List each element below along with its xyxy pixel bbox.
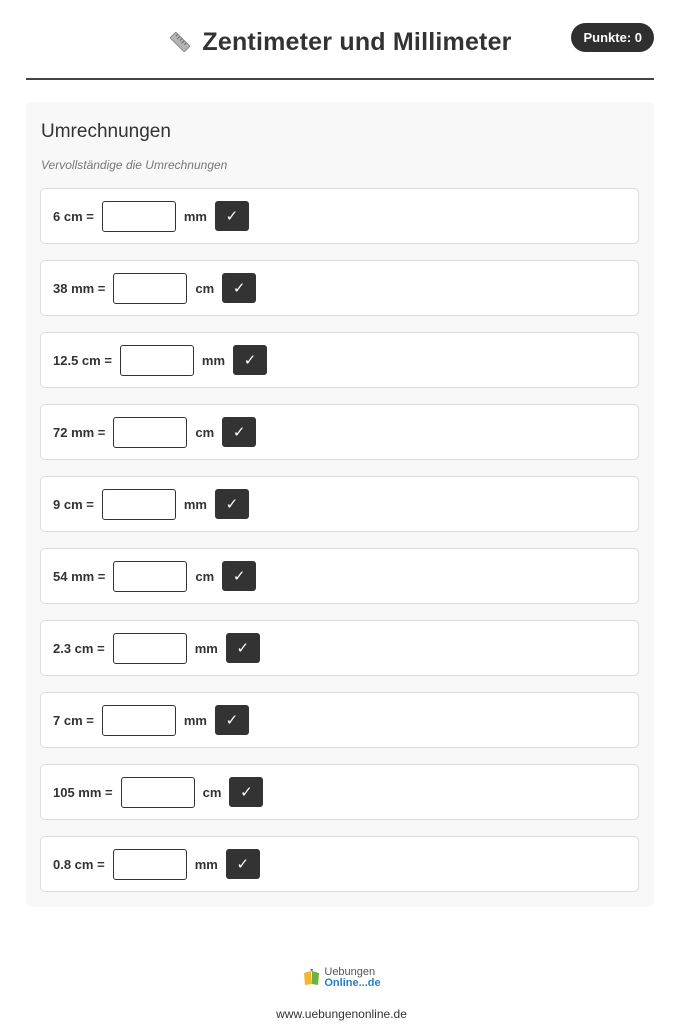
worksheet-page: Zentimeter und Millimeter Punkte: 0 Umre… <box>0 0 683 1024</box>
unit-label: mm <box>183 496 207 512</box>
check-button[interactable]: ✓ <box>214 705 249 735</box>
unit-label: cm <box>195 280 215 296</box>
checkmark-icon: ✓ <box>243 351 257 369</box>
answer-input[interactable] <box>120 776 195 808</box>
unit-label: cm <box>195 424 215 440</box>
task-label: 0.8 cm = <box>53 856 105 872</box>
checkmark-icon: ✓ <box>232 567 246 585</box>
site-logo: Uebungen Online...de <box>302 963 381 993</box>
answer-input[interactable] <box>113 416 188 448</box>
answer-input[interactable] <box>113 272 188 304</box>
instruction-text: Vervollständige die Umrechnungen <box>41 158 228 172</box>
answer-input[interactable] <box>119 344 194 376</box>
answer-input[interactable] <box>112 632 187 664</box>
task-row: 0.8 cm = mm ✓ <box>40 836 639 892</box>
section-title: Umrechnungen <box>41 121 171 142</box>
check-button[interactable]: ✓ <box>233 345 268 375</box>
unit-label: cm <box>195 568 215 584</box>
ruler-icon <box>168 30 192 54</box>
checkmark-icon: ✓ <box>225 495 239 513</box>
score-badge: Punkte: 0 <box>571 23 654 52</box>
check-button[interactable]: ✓ <box>222 273 257 303</box>
unit-label: mm <box>183 208 207 224</box>
task-row: 12.5 cm = mm ✓ <box>40 332 639 388</box>
task-row: 6 cm = mm ✓ <box>40 188 639 244</box>
logo-line-2: Online...de <box>324 977 381 989</box>
task-label: 54 mm = <box>53 568 106 584</box>
checkmark-icon: ✓ <box>236 855 250 873</box>
task-label: 105 mm = <box>53 784 113 800</box>
checkmark-icon: ✓ <box>232 423 246 441</box>
task-label: 2.3 cm = <box>53 640 105 656</box>
task-row: 2.3 cm = mm ✓ <box>40 620 639 676</box>
task-row: 54 mm = cm ✓ <box>40 548 639 604</box>
task-label: 72 mm = <box>53 424 106 440</box>
checkmark-icon: ✓ <box>225 711 239 729</box>
conversion-panel: Umrechnungen Vervollständige die Umrechn… <box>26 102 654 907</box>
task-list: 6 cm = mm ✓ 38 mm = cm ✓ 12.5 cm = mm ✓ … <box>40 188 639 908</box>
task-label: 9 cm = <box>53 496 94 512</box>
footer-url: www.uebungenonline.de <box>276 1007 407 1021</box>
page-title: Zentimeter und Millimeter <box>202 27 512 56</box>
check-button[interactable]: ✓ <box>222 561 257 591</box>
task-row: 9 cm = mm ✓ <box>40 476 639 532</box>
answer-input[interactable] <box>101 200 176 232</box>
unit-label: cm <box>202 784 222 800</box>
task-label: 12.5 cm = <box>53 352 112 368</box>
answer-input[interactable] <box>101 704 176 736</box>
task-row: 105 mm = cm ✓ <box>40 764 639 820</box>
task-label: 7 cm = <box>53 712 94 728</box>
answer-input[interactable] <box>101 488 176 520</box>
answer-input[interactable] <box>112 848 187 880</box>
unit-label: mm <box>194 640 218 656</box>
title-wrap: Zentimeter und Millimeter <box>26 22 654 62</box>
page-header: Zentimeter und Millimeter Punkte: 0 <box>26 0 654 80</box>
check-button[interactable]: ✓ <box>214 489 249 519</box>
checkmark-icon: ✓ <box>232 279 246 297</box>
task-row: 72 mm = cm ✓ <box>40 404 639 460</box>
task-row: 38 mm = cm ✓ <box>40 260 639 316</box>
page-footer: Uebungen Online...de www.uebungenonline.… <box>0 963 683 1022</box>
check-button[interactable]: ✓ <box>214 201 249 231</box>
checkmark-icon: ✓ <box>236 639 250 657</box>
answer-input[interactable] <box>113 560 188 592</box>
book-icon <box>302 968 322 988</box>
checkmark-icon: ✓ <box>225 207 239 225</box>
unit-label: mm <box>183 712 207 728</box>
unit-label: mm <box>201 352 226 368</box>
unit-label: mm <box>194 856 218 872</box>
task-label: 38 mm = <box>53 280 106 296</box>
logo-text: Uebungen Online...de <box>324 967 380 989</box>
check-button[interactable]: ✓ <box>222 417 257 447</box>
task-label: 6 cm = <box>53 208 94 224</box>
task-row: 7 cm = mm ✓ <box>40 692 639 748</box>
check-button[interactable]: ✓ <box>229 777 264 807</box>
checkmark-icon: ✓ <box>240 783 253 801</box>
check-button[interactable]: ✓ <box>225 633 260 663</box>
check-button[interactable]: ✓ <box>225 849 260 879</box>
